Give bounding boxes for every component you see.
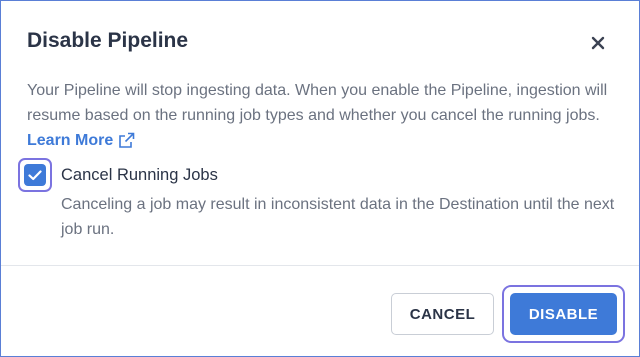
close-button[interactable]	[585, 30, 611, 56]
learn-more-link[interactable]: Learn More	[27, 128, 135, 153]
footer-divider	[1, 265, 639, 266]
disable-pipeline-dialog: Disable Pipeline Your Pipeline will stop…	[0, 0, 640, 357]
cancel-running-jobs-checkbox[interactable]	[18, 158, 52, 192]
cancel-running-jobs-help: Canceling a job may result in inconsiste…	[61, 196, 615, 238]
description-text: Your Pipeline will stop ingesting data. …	[27, 82, 608, 124]
cancel-running-jobs-label[interactable]: Cancel Running Jobs	[61, 166, 218, 185]
checkmark-icon	[28, 169, 42, 180]
cancel-button[interactable]: CANCEL	[391, 293, 494, 335]
dialog-title: Disable Pipeline	[27, 29, 189, 52]
checkbox-box	[24, 164, 46, 186]
close-icon	[591, 36, 605, 50]
learn-more-label: Learn More	[27, 132, 114, 149]
disable-button-focus-ring: DISABLE	[502, 285, 625, 343]
external-link-icon	[119, 132, 135, 148]
dialog-description: Your Pipeline will stop ingesting data. …	[27, 78, 617, 153]
disable-button[interactable]: DISABLE	[510, 293, 617, 335]
